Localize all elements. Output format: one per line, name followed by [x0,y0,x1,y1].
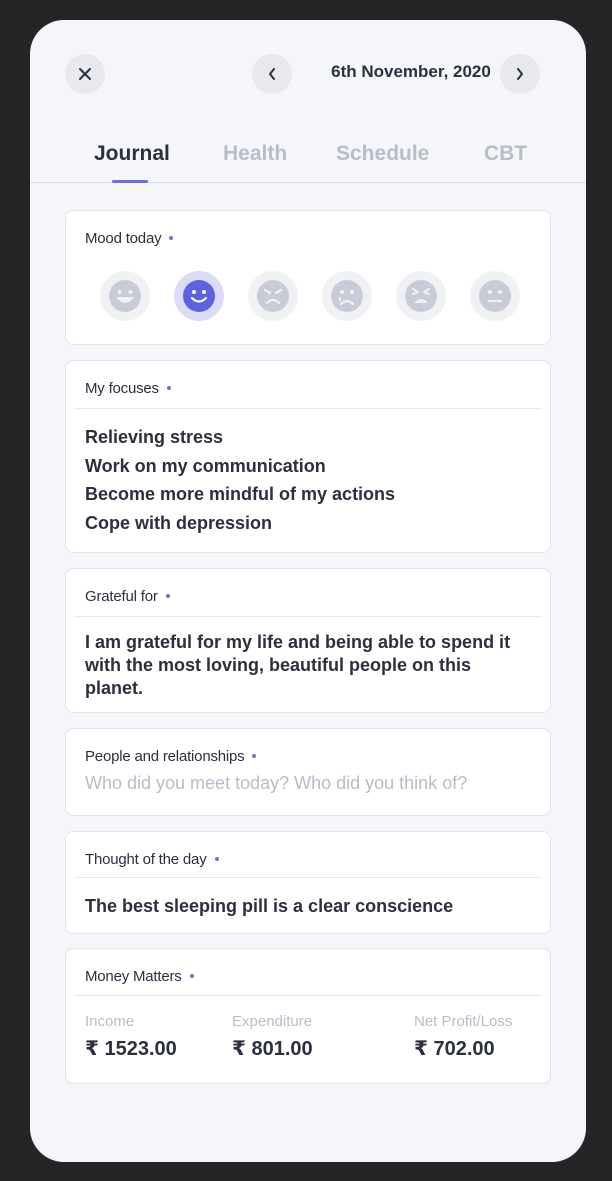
grateful-text[interactable]: I am grateful for my life and being able… [85,631,515,700]
section-title: Money Matters [85,968,194,985]
chevron-right-icon [517,68,523,80]
focus-item: Relieving stress [85,427,224,447]
money-section: Money Matters Income ₹ 1523.00 Expenditu… [65,948,551,1084]
mood-section: Mood today [65,210,551,345]
income-column[interactable]: Income ₹ 1523.00 [85,1013,177,1061]
section-title: Mood today [85,230,174,247]
focus-item: Work on my communication [85,455,326,476]
focus-item: Cope with depression [85,512,273,533]
mood-smiling-button[interactable] [174,271,224,321]
neutral-face-icon [479,280,511,312]
next-date-button[interactable] [500,54,540,94]
current-date: 6th November, 2020 [331,62,491,81]
tab-journal[interactable]: Journal [94,142,170,166]
mood-neutral-button[interactable] [470,271,520,321]
money-title: Money Matters [85,968,182,985]
section-title: Grateful for [85,588,170,605]
active-tab-indicator [112,180,148,183]
tab-health[interactable]: Health [223,142,287,166]
divider [74,616,542,617]
mood-selector [100,271,520,323]
tab-cbt[interactable]: CBT [484,142,527,166]
divider [74,995,542,996]
thought-text[interactable]: The best sleeping pill is a clear consci… [85,896,453,917]
required-dot [165,594,170,599]
expenditure-value: ₹ 801.00 [232,1038,313,1060]
grateful-title: Grateful for [85,588,158,605]
laughing-face-icon [109,280,141,312]
frustrated-face-icon [405,280,437,312]
tab-bar: Journal Health Schedule CBT [30,140,586,183]
close-button[interactable] [65,54,105,94]
net-profit-column: Net Profit/Loss ₹ 702.00 [414,1013,512,1061]
net-profit-label: Net Profit/Loss [414,1013,513,1030]
smiling-face-icon [183,280,215,312]
section-title: People and relationships [85,748,257,765]
thought-title: Thought of the day [85,851,207,868]
people-title: People and relationships [85,748,245,765]
focus-item: Become more mindful of my actions [85,484,396,504]
angry-face-icon [257,280,289,312]
focus-list[interactable]: Relieving stress Work on my communicatio… [85,423,395,537]
focuses-title: My focuses [85,380,159,397]
income-label: Income [85,1013,135,1030]
section-title: My focuses [85,380,171,397]
tab-schedule[interactable]: Schedule [336,142,429,166]
divider [74,877,542,878]
expenditure-label: Expenditure [232,1013,313,1030]
mood-angry-button[interactable] [248,271,298,321]
section-title: Thought of the day [85,851,219,868]
journal-card: 6th November, 2020 Journal Health Schedu… [30,20,586,1162]
required-dot [166,386,171,391]
crying-face-icon [331,280,363,312]
header: 6th November, 2020 [30,20,586,130]
people-input[interactable]: Who did you meet today? Who did you thin… [85,773,467,794]
mood-laughing-button[interactable] [100,271,150,321]
mood-title: Mood today [85,230,162,247]
people-section: People and relationships Who did you mee… [65,728,551,816]
required-dot [214,857,219,862]
focuses-section: My focuses Relieving stress Work on my c… [65,360,551,553]
divider [74,408,542,409]
required-dot [252,754,257,759]
chevron-left-icon [269,68,275,80]
required-dot [169,236,174,241]
close-icon [79,68,91,80]
thought-section: Thought of the day The best sleeping pil… [65,831,551,934]
previous-date-button[interactable] [252,54,292,94]
net-profit-value: ₹ 702.00 [414,1038,495,1060]
required-dot [189,974,194,979]
grateful-section: Grateful for I am grateful for my life a… [65,568,551,713]
mood-frustrated-button[interactable] [396,271,446,321]
mood-crying-button[interactable] [322,271,372,321]
expenditure-column[interactable]: Expenditure ₹ 801.00 [232,1013,313,1061]
income-value: ₹ 1523.00 [85,1038,177,1060]
